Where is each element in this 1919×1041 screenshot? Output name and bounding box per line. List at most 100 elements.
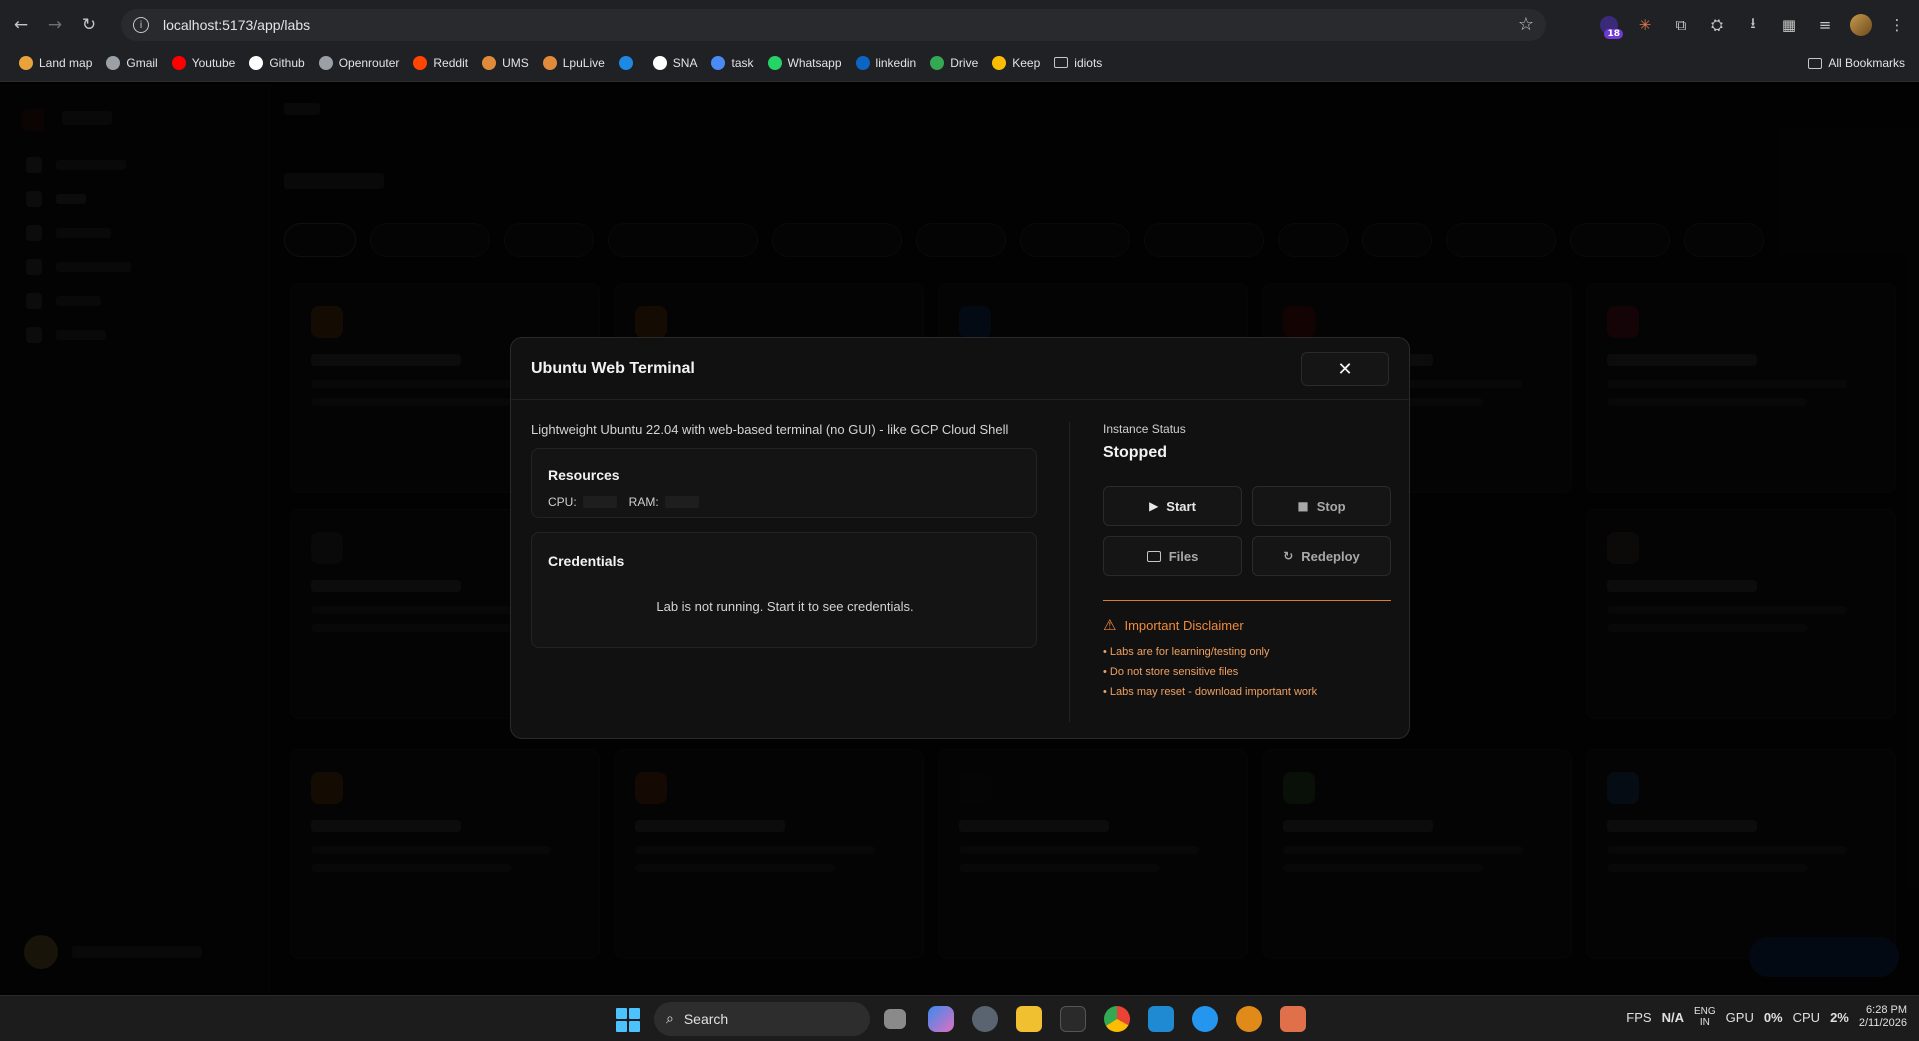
cpu-value — [582, 496, 617, 508]
copilot-icon[interactable] — [928, 1006, 954, 1032]
bookmark-label: Whatsapp — [787, 55, 842, 70]
settings-icon[interactable] — [972, 1006, 998, 1032]
bookmark-youtube[interactable]: Youtube — [165, 49, 243, 77]
kebab-menu-icon[interactable]: ⋮ — [1881, 9, 1913, 41]
redeploy-button[interactable]: ↻ Redeploy — [1252, 536, 1391, 576]
split-view-icon[interactable]: ▦ — [1773, 9, 1805, 41]
folder-icon — [1808, 57, 1823, 69]
system-tray: FPS N/A ENG IN GPU 0% CPU 2% 6:28 PM 2/11/… — [1626, 1004, 1907, 1030]
stop-label: Stop — [1316, 498, 1346, 514]
bookmark-openrouter[interactable]: Openrouter — [312, 49, 407, 77]
search-icon: ⌕ — [666, 1011, 674, 1027]
stop-icon: ■ — [1297, 499, 1309, 513]
reload-icon[interactable]: ↻ — [72, 8, 106, 42]
forward-icon[interactable]: → — [38, 8, 72, 42]
bookmark-label: Github — [269, 55, 305, 70]
language-indicator[interactable]: ENG IN — [1694, 1006, 1716, 1028]
bookmark-label: Keep — [1012, 55, 1041, 70]
globe-icon — [19, 55, 33, 70]
files-button[interactable]: Files — [1103, 536, 1242, 576]
bookmark-land-map[interactable]: Land map — [12, 49, 99, 77]
vscode-icon[interactable] — [1148, 1006, 1174, 1032]
bookmark-whatsapp[interactable]: Whatsapp — [761, 49, 849, 77]
task-view-icon[interactable] — [884, 1009, 906, 1029]
redeploy-label: Redeploy — [1301, 548, 1360, 564]
address-bar[interactable]: i localhost:5173/app/labs ☆ — [121, 9, 1546, 41]
extension-icon[interactable]: 18 — [1593, 9, 1625, 41]
bookmark-task[interactable]: task — [704, 49, 760, 77]
cpu-label: CPU: — [548, 495, 577, 509]
ram-label: RAM: — [628, 495, 659, 509]
instance-status-label: Instance Status — [1103, 422, 1186, 436]
file-explorer-icon[interactable] — [1016, 1006, 1042, 1032]
windows-start-icon[interactable] — [616, 1008, 640, 1032]
bookmark-label: linkedin — [875, 55, 917, 70]
ums-icon — [482, 55, 497, 70]
language-bottom: IN — [1699, 1017, 1710, 1028]
start-button[interactable]: ▶ Start — [1103, 486, 1242, 526]
folder-icon — [1054, 57, 1069, 68]
bookmark-label: idiots — [1074, 55, 1103, 70]
globe-icon — [106, 55, 121, 70]
url-text[interactable]: localhost:5173/app/labs — [163, 17, 310, 33]
download-icon[interactable]: ⭳ — [1737, 9, 1769, 41]
bookmark-lpulive[interactable]: LpuLive — [536, 49, 612, 77]
s-icon — [618, 55, 633, 70]
keep-icon — [992, 55, 1007, 70]
all-bookmarks-label: All Bookmarks — [1828, 56, 1905, 70]
task-icon — [711, 55, 726, 70]
bookmark-label: Reddit — [433, 55, 469, 70]
bookmark-ums[interactable]: UMS — [475, 49, 536, 77]
clock[interactable]: 6:28 PM 2/11/2026 — [1859, 1004, 1907, 1030]
bookmark-star-icon[interactable]: ☆ — [1518, 14, 1534, 35]
bookmark-label: Openrouter — [338, 55, 400, 70]
all-bookmarks-button[interactable]: All Bookmarks — [1808, 49, 1905, 77]
disclaimer-divider — [1103, 600, 1391, 601]
incognito-icon[interactable]: ⛭ — [1701, 9, 1733, 41]
openrouter-icon — [318, 55, 333, 70]
redeploy-icon: ↻ — [1283, 549, 1294, 563]
bookmark-github[interactable]: Github — [242, 49, 311, 77]
credentials-panel: Credentials Lab is not running. Start it… — [531, 532, 1037, 648]
media-queue-icon[interactable]: ≡ — [1809, 9, 1841, 41]
bookmark-linkedin[interactable]: linkedin — [849, 49, 924, 77]
bookmark-reddit[interactable]: Reddit — [406, 49, 475, 77]
bookmark-label: Land map — [39, 55, 93, 70]
extensions-puzzle-icon[interactable]: ⧉ — [1665, 9, 1697, 41]
profile-avatar[interactable] — [1845, 9, 1877, 41]
clock-date: 2/11/2026 — [1858, 1017, 1907, 1029]
fps-value: N/A — [1661, 1009, 1684, 1025]
ram-value — [664, 496, 699, 508]
taskbar-search[interactable]: ⌕ Search — [654, 1002, 870, 1036]
back-icon[interactable]: ← — [4, 8, 38, 42]
column-divider — [1069, 422, 1070, 722]
stop-button[interactable]: ■ Stop — [1252, 486, 1391, 526]
resources-line: CPU: RAM: — [548, 495, 711, 509]
bookmark-label: Gmail — [126, 55, 158, 70]
chrome-icon[interactable] — [1104, 1006, 1130, 1032]
bookmark-drive[interactable]: Drive — [923, 49, 985, 77]
gpu-label: GPU — [1725, 1009, 1754, 1025]
bookmark-sna[interactable]: SNA — [646, 49, 705, 77]
credentials-message: Lab is not running. Start it to see cred… — [656, 599, 914, 614]
site-info-icon[interactable]: i — [133, 17, 149, 33]
linkedin-icon — [855, 55, 870, 70]
lab-detail-modal: Ubuntu Web Terminal ✕ Lightweight Ubuntu… — [510, 337, 1410, 739]
close-button[interactable]: ✕ — [1301, 352, 1389, 386]
close-icon: ✕ — [1337, 358, 1353, 380]
bookmark-keep[interactable]: Keep — [985, 49, 1047, 77]
bookmark-idiots[interactable]: idiots — [1047, 49, 1109, 77]
bookmark-item-8[interactable] — [612, 49, 646, 77]
bookmark-label: SNA — [672, 55, 698, 70]
claude-icon[interactable] — [1280, 1006, 1306, 1032]
app-icon[interactable] — [1236, 1006, 1262, 1032]
cpu-label: CPU — [1792, 1009, 1821, 1025]
terminal-icon[interactable] — [1060, 1006, 1086, 1032]
disclaimer-item: • Labs may reset - download important wo… — [1103, 686, 1318, 698]
docker-icon[interactable] — [1192, 1006, 1218, 1032]
resources-heading: Resources — [548, 467, 620, 483]
claude-extension-icon[interactable]: ✳ — [1629, 9, 1661, 41]
lab-description: Lightweight Ubuntu 22.04 with web-based … — [531, 422, 1009, 437]
sna-icon — [652, 55, 667, 70]
bookmark-gmail[interactable]: Gmail — [99, 49, 164, 77]
